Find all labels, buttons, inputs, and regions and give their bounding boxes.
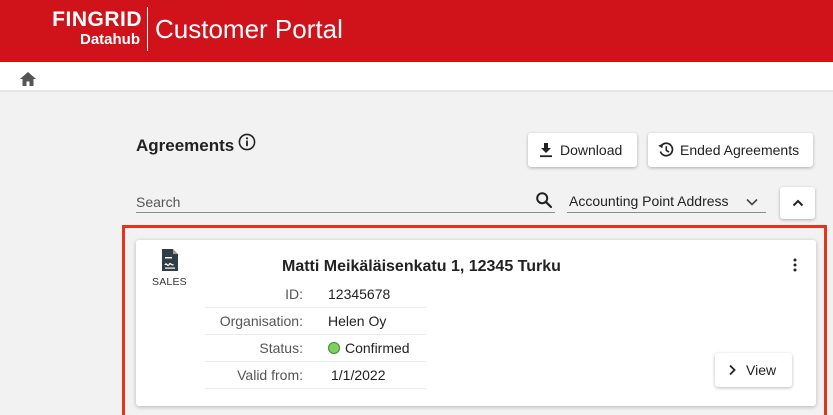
agreement-card: SALES Matti Meikäläisenkatu 1, 12345 Tur…: [136, 240, 816, 406]
logo-sub-text: Datahub: [80, 31, 140, 48]
field-label: Status:: [259, 340, 303, 356]
sort-direction-button[interactable]: [780, 187, 815, 219]
logo-divider: [147, 7, 148, 51]
chevron-up-icon: [792, 199, 803, 207]
field-label: ID:: [285, 286, 303, 302]
view-button-label: View: [746, 362, 777, 378]
portal-title: Customer Portal: [155, 14, 343, 44]
fingrid-datahub-logo[interactable]: FINGRID Datahub: [24, 8, 142, 48]
contract-document-icon: [162, 249, 178, 271]
status-indicator-icon: [328, 342, 340, 354]
status-text: Confirmed: [345, 340, 410, 356]
chevron-down-icon: [746, 198, 758, 206]
logo-main-text: FINGRID: [52, 8, 142, 31]
page-title: Agreements: [136, 136, 235, 155]
field-value: 1/1/2022: [331, 367, 386, 383]
sort-by-select[interactable]: Accounting Point Address: [567, 188, 766, 213]
field-row-organisation: Organisation: Helen Oy: [205, 308, 426, 335]
sort-by-value: Accounting Point Address: [569, 193, 729, 209]
agreement-address: Matti Meikäläisenkatu 1, 12345 Turku: [282, 258, 561, 275]
field-row-valid-from: Valid from: 1/1/2022: [205, 362, 426, 389]
history-icon: [658, 142, 674, 157]
search-input[interactable]: [136, 193, 516, 211]
view-button[interactable]: View: [715, 353, 792, 387]
ended-agreements-button[interactable]: Ended Agreements: [648, 133, 813, 167]
status-value: Confirmed: [328, 340, 410, 356]
field-row-id: ID: 12345678: [205, 281, 426, 308]
search-icon[interactable]: [535, 191, 553, 209]
field-row-status: Status: Confirmed: [205, 335, 426, 362]
download-button[interactable]: Download: [528, 133, 637, 167]
breadcrumb: [0, 62, 833, 92]
info-icon[interactable]: [238, 133, 256, 151]
chevron-right-icon: [729, 364, 736, 376]
download-icon: [540, 143, 552, 158]
download-button-label: Download: [560, 142, 623, 158]
field-label: Organisation:: [219, 313, 303, 329]
more-vertical-icon[interactable]: [792, 258, 798, 272]
app-header: FINGRID Datahub Customer Portal: [0, 0, 833, 62]
search-field: [136, 188, 555, 213]
ended-agreements-button-label: Ended Agreements: [680, 142, 800, 158]
agreement-type-label: SALES: [152, 276, 187, 288]
home-icon[interactable]: [19, 71, 37, 87]
field-label: Valid from:: [237, 367, 303, 383]
field-value: Helen Oy: [328, 313, 387, 329]
field-value: 12345678: [328, 286, 391, 302]
